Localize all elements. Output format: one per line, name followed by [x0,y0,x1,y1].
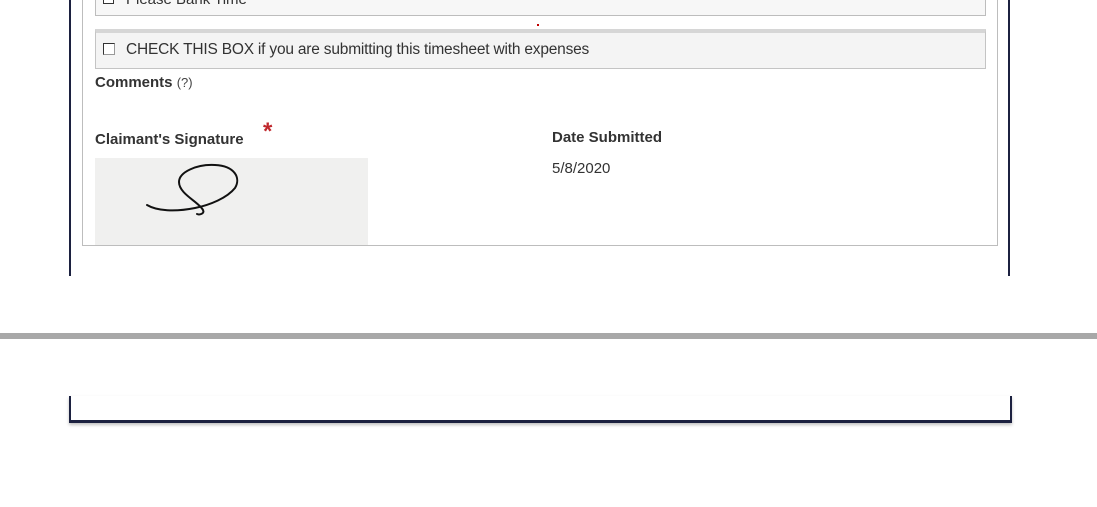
required-indicator: * [263,118,273,145]
bank-time-checkbox[interactable] [103,0,114,4]
signature-pad[interactable] [95,158,368,245]
date-submitted-value: 5/8/2020 [552,160,611,177]
comments-label-group: Comments (?) [95,74,193,91]
signature-drawing [146,163,239,216]
form-frame-bottom [69,396,1012,423]
bank-time-row: Please Bank Time [95,0,986,16]
page-divider [0,333,1097,339]
expenses-checkbox[interactable] [103,43,115,55]
comments-label: Comments [95,74,173,91]
expenses-row: CHECK THIS BOX if you are submitting thi… [95,29,986,69]
comments-help-link[interactable]: (?) [177,75,193,90]
red-marker-dot [537,24,539,26]
bank-time-label: Please Bank Time [126,0,247,8]
signature-label: Claimant's Signature [95,131,244,148]
expenses-checkbox-label[interactable]: CHECK THIS BOX if you are submitting thi… [126,41,589,59]
date-submitted-label: Date Submitted [552,129,663,146]
